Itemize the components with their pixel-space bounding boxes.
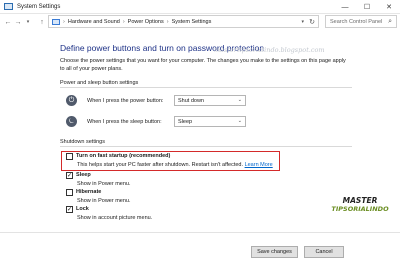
fast-startup-label[interactable]: Turn on fast startup (recommended) <box>76 153 170 159</box>
sleep-checkbox[interactable]: ✓ <box>66 172 73 179</box>
fast-startup-option[interactable]: Turn on fast startup (recommended) <box>66 153 170 160</box>
breadcrumb-system-settings[interactable]: System Settings <box>172 19 212 25</box>
control-panel-icon <box>4 3 13 10</box>
control-panel-icon <box>52 18 60 25</box>
recent-dropdown-icon[interactable]: ▾ <box>23 19 33 25</box>
up-arrow-icon[interactable]: ↑ <box>37 19 47 26</box>
power-button-row: ⏻ When I press the power button: <box>66 95 163 106</box>
navigation-bar: ← → ▾ ↑ › Hardware and Sound › Power Opt… <box>0 14 400 30</box>
window-title: System Settings <box>17 3 61 10</box>
power-button-select[interactable]: Shut down ⌄ <box>174 95 246 106</box>
hibernate-option-description: Show in Power menu. <box>77 198 131 204</box>
breadcrumb-chevron-icon: › <box>166 18 169 25</box>
sleep-option-label[interactable]: Sleep <box>76 172 91 178</box>
sleep-button-value: Sleep <box>178 118 193 125</box>
save-changes-button[interactable]: Save changes <box>251 246 298 258</box>
learn-more-link[interactable]: Learn More <box>245 162 273 168</box>
sleep-option[interactable]: ✓ Sleep <box>66 172 91 179</box>
refresh-icon[interactable]: ↻ <box>309 18 315 26</box>
breadcrumb-chevron-icon: › <box>63 18 65 25</box>
minimize-icon[interactable]: — <box>334 0 356 14</box>
lock-option-label[interactable]: Lock <box>76 206 89 212</box>
sleep-button-select[interactable]: Sleep ⌄ <box>174 116 246 127</box>
section-divider <box>60 87 352 88</box>
search-icon[interactable]: ⌕ <box>388 18 392 26</box>
sleep-option-description: Show in Power menu. <box>77 181 131 187</box>
window-controls: — ☐ ✕ <box>334 0 400 14</box>
cancel-button[interactable]: Cancel <box>304 246 344 258</box>
lock-checkbox[interactable]: ✓ <box>66 206 73 213</box>
sleep-button-row: ⏾ When I press the sleep button: <box>66 116 162 127</box>
close-icon[interactable]: ✕ <box>378 0 400 14</box>
search-placeholder: Search Control Panel <box>330 18 383 25</box>
chevron-down-icon: ⌄ <box>237 118 242 124</box>
page-intro: Choose the power settings that you want … <box>60 58 346 72</box>
breadcrumb-power-options[interactable]: Power Options <box>128 19 164 25</box>
section-heading-power-buttons: Power and sleep button settings <box>60 80 139 86</box>
back-arrow-icon[interactable]: ← <box>3 19 13 26</box>
hibernate-checkbox[interactable] <box>66 189 73 196</box>
address-dropdown-icon[interactable]: ▾ <box>301 19 304 25</box>
power-button-icon: ⏻ <box>66 95 77 106</box>
logo-line-2: TIPSORIALINDO <box>331 205 389 213</box>
watermark: mastertipsorialindo.blogspot.com <box>214 46 325 54</box>
hibernate-option[interactable]: Hibernate <box>66 189 101 196</box>
site-logo: MASTER TIPSORIALINDO <box>330 196 390 213</box>
power-button-label: When I press the power button: <box>87 97 164 104</box>
maximize-icon[interactable]: ☐ <box>356 0 378 14</box>
lock-option-description: Show in account picture menu. <box>77 215 153 221</box>
breadcrumb-hardware-and-sound[interactable]: Hardware and Sound <box>68 19 120 25</box>
power-button-value: Shut down <box>178 97 204 104</box>
sleep-button-icon: ⏾ <box>66 116 77 127</box>
fast-startup-checkbox[interactable] <box>66 153 73 160</box>
section-heading-shutdown: Shutdown settings <box>60 139 105 145</box>
footer-bar: Save changes Cancel <box>0 232 400 262</box>
breadcrumb-chevron-icon: › <box>122 18 125 25</box>
lock-option[interactable]: ✓ Lock <box>66 206 89 213</box>
section-divider <box>60 146 352 147</box>
sleep-button-label: When I press the sleep button: <box>87 118 162 125</box>
hibernate-option-label[interactable]: Hibernate <box>76 189 101 195</box>
search-input[interactable]: Search Control Panel ⌕ <box>325 15 397 28</box>
chevron-down-icon: ⌄ <box>237 97 242 103</box>
fast-startup-desc-text: This helps start your PC faster after sh… <box>77 162 244 168</box>
logo-line-1: MASTER <box>342 196 378 205</box>
address-bar[interactable]: › Hardware and Sound › Power Options › S… <box>48 15 319 28</box>
title-bar: System Settings — ☐ ✕ <box>0 0 400 14</box>
fast-startup-description: This helps start your PC faster after sh… <box>77 162 273 168</box>
forward-arrow-icon[interactable]: → <box>13 19 23 26</box>
